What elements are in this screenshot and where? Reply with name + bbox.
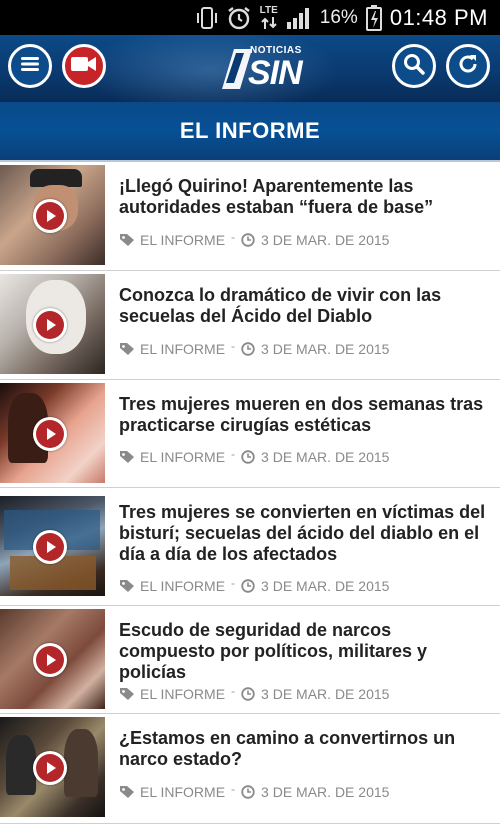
article-category[interactable]: EL INFORME xyxy=(140,686,225,702)
play-icon xyxy=(47,319,56,331)
play-button[interactable] xyxy=(33,643,67,677)
article-list: ¡Llegó Quirino! Aparentemente las autori… xyxy=(0,162,500,824)
refresh-icon xyxy=(456,52,480,81)
phone-vibrate-icon xyxy=(196,6,218,30)
article-date: 3 DE MAR. DE 2015 xyxy=(261,449,390,465)
article-date: 3 DE MAR. DE 2015 xyxy=(261,232,390,248)
play-button[interactable] xyxy=(33,751,67,785)
article-meta: EL INFORME - 3 DE MAR. DE 2015 xyxy=(119,576,390,594)
status-bar: LTE 16% 01:48 PM xyxy=(0,0,500,35)
play-icon xyxy=(47,654,56,666)
clock-time: 01:48 PM xyxy=(389,4,488,30)
battery-charging-icon xyxy=(365,4,382,31)
article-thumbnail[interactable] xyxy=(0,165,105,265)
signal-icon xyxy=(286,6,312,30)
alarm-icon xyxy=(226,5,252,31)
article-date: 3 DE MAR. DE 2015 xyxy=(261,686,390,702)
article-item[interactable]: Escudo de seguridad de narcos compuesto … xyxy=(0,606,500,714)
search-icon xyxy=(403,53,425,80)
article-item[interactable]: ¿Estamos en camino a convertirnos un nar… xyxy=(0,714,500,824)
tag-icon xyxy=(119,450,135,464)
article-thumbnail[interactable] xyxy=(0,383,105,483)
tag-icon xyxy=(119,687,135,701)
article-date: 3 DE MAR. DE 2015 xyxy=(261,784,390,800)
article-meta: EL INFORME - 3 DE MAR. DE 2015 xyxy=(119,684,390,702)
article-date: 3 DE MAR. DE 2015 xyxy=(261,341,390,357)
article-meta: EL INFORME - 3 DE MAR. DE 2015 xyxy=(119,230,390,248)
article-category[interactable]: EL INFORME xyxy=(140,232,225,248)
play-button[interactable] xyxy=(33,530,67,564)
article-meta: EL INFORME - 3 DE MAR. DE 2015 xyxy=(119,339,390,357)
article-thumbnail[interactable] xyxy=(0,717,105,817)
article-category[interactable]: EL INFORME xyxy=(140,784,225,800)
article-title[interactable]: ¡Llegó Quirino! Aparentemente las autori… xyxy=(119,176,489,218)
clock-icon xyxy=(241,233,255,247)
play-icon xyxy=(47,541,56,553)
article-category[interactable]: EL INFORME xyxy=(140,578,225,594)
clock-icon xyxy=(241,342,255,356)
article-category[interactable]: EL INFORME xyxy=(140,341,225,357)
refresh-button[interactable] xyxy=(446,44,490,88)
article-item[interactable]: Conozca lo dramático de vivir con las se… xyxy=(0,271,500,380)
logo-big-text: SIN xyxy=(248,54,303,92)
section-header: EL INFORME xyxy=(0,102,500,162)
menu-button[interactable] xyxy=(8,44,52,88)
noticias-sin-logo[interactable]: NOTICIAS SIN xyxy=(220,43,310,95)
tag-icon xyxy=(119,579,135,593)
article-meta: EL INFORME - 3 DE MAR. DE 2015 xyxy=(119,447,390,465)
article-title[interactable]: ¿Estamos en camino a convertirnos un nar… xyxy=(119,728,489,770)
lte-label: LTE xyxy=(259,4,278,16)
play-button[interactable] xyxy=(33,308,67,342)
article-title[interactable]: Escudo de seguridad de narcos compuesto … xyxy=(119,620,489,683)
hamburger-icon xyxy=(21,56,39,77)
play-button[interactable] xyxy=(33,417,67,451)
article-title[interactable]: Conozca lo dramático de vivir con las se… xyxy=(119,285,489,327)
article-thumbnail[interactable] xyxy=(0,609,105,709)
section-title: EL INFORME xyxy=(179,118,321,143)
tag-icon xyxy=(119,785,135,799)
article-date: 3 DE MAR. DE 2015 xyxy=(261,578,390,594)
clock-icon xyxy=(241,579,255,593)
clock-icon xyxy=(241,687,255,701)
article-thumbnail[interactable] xyxy=(0,496,105,596)
play-button[interactable] xyxy=(33,199,67,233)
play-icon xyxy=(47,210,56,222)
app-header: NOTICIAS SIN xyxy=(0,35,500,102)
article-item[interactable]: Tres mujeres se convierten en víctimas d… xyxy=(0,488,500,606)
article-title[interactable]: Tres mujeres se convierten en víctimas d… xyxy=(119,502,489,565)
lte-icon: LTE xyxy=(259,4,278,30)
tag-icon xyxy=(119,342,135,356)
clock-icon xyxy=(241,450,255,464)
play-icon xyxy=(47,428,56,440)
article-item[interactable]: Tres mujeres mueren en dos semanas tras … xyxy=(0,380,500,488)
clock-icon xyxy=(241,785,255,799)
article-title[interactable]: Tres mujeres mueren en dos semanas tras … xyxy=(119,394,489,436)
tag-icon xyxy=(119,233,135,247)
video-camera-icon xyxy=(71,55,97,78)
play-icon xyxy=(47,762,56,774)
article-meta: EL INFORME - 3 DE MAR. DE 2015 xyxy=(119,782,390,800)
article-category[interactable]: EL INFORME xyxy=(140,449,225,465)
live-video-button[interactable] xyxy=(62,44,106,88)
search-button[interactable] xyxy=(392,44,436,88)
article-item[interactable]: ¡Llegó Quirino! Aparentemente las autori… xyxy=(0,162,500,271)
battery-percent: 16% xyxy=(319,6,358,28)
article-thumbnail[interactable] xyxy=(0,274,105,374)
